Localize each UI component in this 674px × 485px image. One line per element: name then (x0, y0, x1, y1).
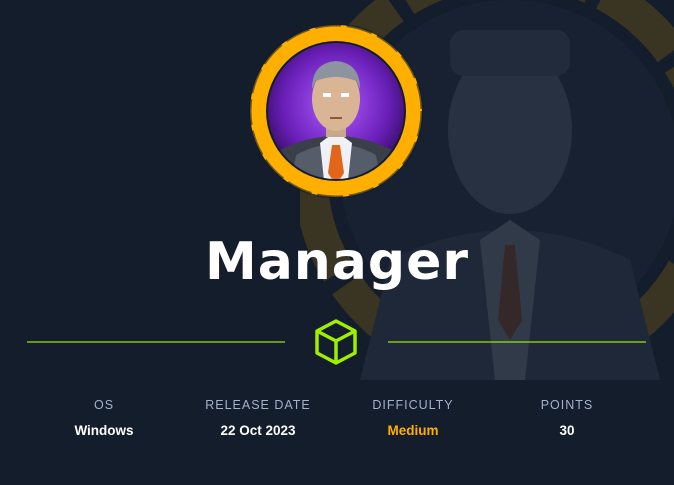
stat-label: POINTS (540, 398, 594, 412)
manager-avatar-icon (248, 23, 424, 199)
stat-value: 30 (559, 423, 575, 438)
stat-value: 22 Oct 2023 (220, 423, 296, 438)
stat-label: OS (93, 398, 115, 412)
cube-icon (315, 319, 357, 365)
divider-right (388, 341, 646, 343)
stat-points: POINTS 30 (487, 397, 647, 439)
stat-os: OS Windows (24, 397, 184, 439)
stat-value: Windows (74, 423, 134, 438)
difficulty-badge: Medium (387, 423, 439, 438)
machine-title: Manager (204, 232, 470, 292)
divider-left (27, 341, 285, 343)
stat-release-date: RELEASE DATE 22 Oct 2023 (178, 397, 338, 439)
stat-label: RELEASE DATE (205, 398, 311, 412)
stat-label: DIFFICULTY (372, 398, 454, 412)
stat-difficulty: DIFFICULTY Medium (333, 397, 493, 439)
